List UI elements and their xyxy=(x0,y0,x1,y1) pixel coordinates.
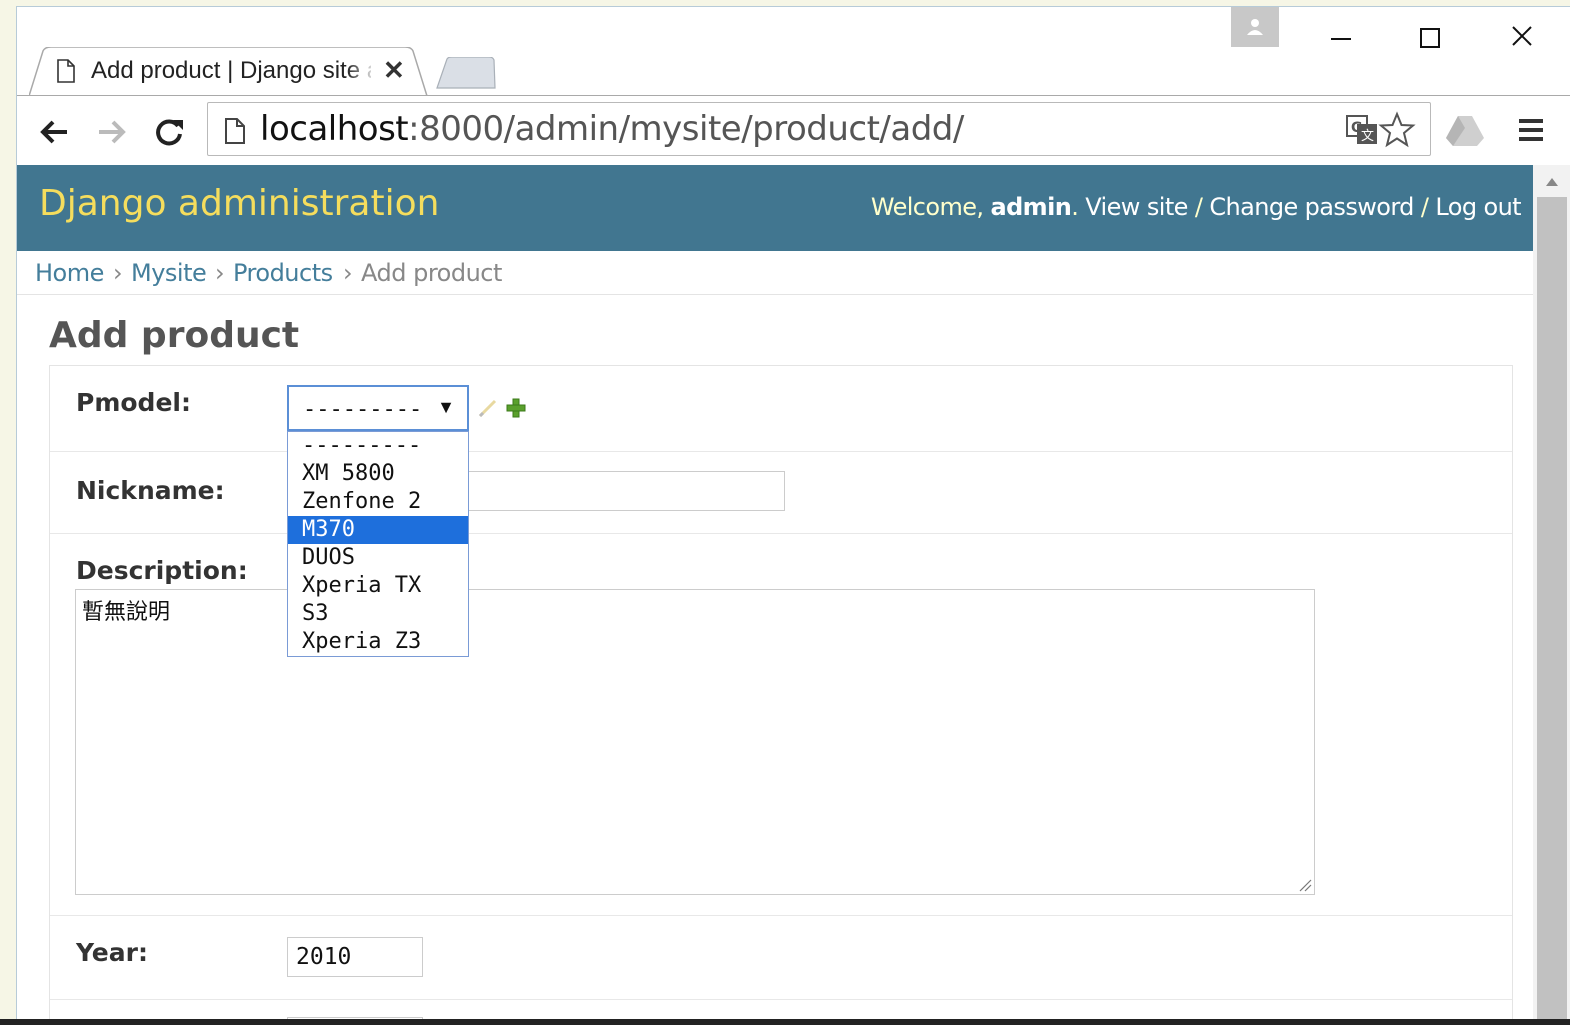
option-m370[interactable]: M370 xyxy=(288,516,468,544)
tab-title[interactable]: Add product | Django site admin xyxy=(91,57,371,85)
user-tools: Welcome, admin. View site / Change passw… xyxy=(870,193,1522,221)
option-xm-5800[interactable]: XM 5800 xyxy=(288,460,468,488)
person-icon xyxy=(1247,19,1263,35)
resize-grip-icon[interactable] xyxy=(1296,876,1312,892)
breadcrumb-current: Add product xyxy=(361,259,502,287)
close-icon[interactable]: ✕ xyxy=(383,55,405,86)
breadcrumb-sep: › xyxy=(113,259,123,287)
new-tab-button[interactable] xyxy=(435,57,497,89)
breadcrumb-sep: › xyxy=(215,259,225,287)
browser-toolbar: localhost:8000/admin/mysite/product/add/… xyxy=(17,95,1570,165)
url-text[interactable]: localhost:8000/admin/mysite/product/add/ xyxy=(260,109,964,149)
username: admin xyxy=(990,193,1072,221)
vertical-scrollbar[interactable] xyxy=(1533,165,1570,1019)
browser-window: Add product | Django site admin ✕ xyxy=(16,6,1570,1019)
breadcrumb-mysite[interactable]: Mysite xyxy=(131,259,207,287)
tab-title-fade xyxy=(347,55,377,89)
view-site-link[interactable]: View site xyxy=(1085,193,1188,221)
option-zenfone-2[interactable]: Zenfone 2 xyxy=(288,488,468,516)
translate-icon[interactable]: G 文 xyxy=(1346,115,1378,145)
screen-bottom-edge xyxy=(0,1019,1570,1025)
period: . xyxy=(1071,193,1079,221)
site-title[interactable]: Django administration xyxy=(39,183,439,224)
option-s3[interactable]: S3 xyxy=(288,600,468,628)
minimize-icon[interactable] xyxy=(1317,17,1363,57)
desktop-background xyxy=(0,0,16,1025)
pencil-icon[interactable] xyxy=(477,397,499,419)
back-arrow-icon[interactable] xyxy=(37,114,73,150)
url-path: :8000/admin/mysite/product/add/ xyxy=(408,109,964,149)
option-empty[interactable]: --------- xyxy=(288,432,468,460)
browser-titlebar: Add product | Django site admin ✕ xyxy=(17,7,1570,97)
form-row-pmodel: Pmodel: xyxy=(50,366,1512,452)
profile-button[interactable] xyxy=(1231,7,1279,47)
pmodel-label: Pmodel: xyxy=(76,388,191,417)
forward-arrow-icon[interactable] xyxy=(93,114,129,150)
welcome-text: Welcome, xyxy=(870,193,984,221)
breadcrumb-home[interactable]: Home xyxy=(35,259,104,287)
hamburger-menu-icon[interactable] xyxy=(1517,116,1545,144)
reload-icon[interactable] xyxy=(151,114,187,150)
scroll-up-arrow-icon[interactable] xyxy=(1545,177,1559,187)
maximize-icon[interactable] xyxy=(1407,17,1453,57)
url-host: localhost xyxy=(260,109,409,149)
change-password-link[interactable]: Change password xyxy=(1209,193,1414,221)
breadcrumb-sep: › xyxy=(343,259,353,287)
svg-text:文: 文 xyxy=(1361,129,1374,144)
form-row-year: Year: xyxy=(50,916,1512,1000)
year-value: 2010 xyxy=(296,944,352,970)
star-icon[interactable] xyxy=(1378,111,1416,149)
log-out-link[interactable]: Log out xyxy=(1435,193,1521,221)
page-icon xyxy=(57,59,75,83)
pmodel-dropdown-list: --------- XM 5800 Zenfone 2 M370 DUOS Xp… xyxy=(287,431,469,657)
window-close-icon[interactable] xyxy=(1499,17,1545,57)
breadcrumb: Home › Mysite › Products › Add product xyxy=(17,251,1533,295)
page-info-icon[interactable] xyxy=(224,117,246,145)
address-bar[interactable]: localhost:8000/admin/mysite/product/add/… xyxy=(207,102,1431,156)
description-label: Description: xyxy=(76,556,248,585)
plus-icon[interactable] xyxy=(505,397,527,419)
page-title: Add product xyxy=(49,315,300,356)
option-xperia-tx[interactable]: Xperia TX xyxy=(288,572,468,600)
page-content: Django administration Welcome, admin. Vi… xyxy=(17,165,1533,1019)
drive-icon[interactable] xyxy=(1445,114,1485,148)
pmodel-select[interactable]: --------- ▼ xyxy=(287,385,469,431)
option-duos[interactable]: DUOS xyxy=(288,544,468,572)
description-textarea[interactable]: 暫無說明 xyxy=(75,589,1315,895)
scrollbar-thumb[interactable] xyxy=(1537,197,1567,1019)
description-text: 暫無說明 xyxy=(82,600,171,625)
breadcrumb-products[interactable]: Products xyxy=(233,259,333,287)
option-xperia-z3[interactable]: Xperia Z3 xyxy=(288,628,468,656)
nickname-label: Nickname: xyxy=(76,476,225,505)
year-input[interactable]: 2010 xyxy=(287,937,423,977)
user-tools-sep: / xyxy=(1420,193,1429,221)
year-label: Year: xyxy=(76,938,148,967)
site-header: Django administration Welcome, admin. Vi… xyxy=(17,165,1533,251)
user-tools-sep: / xyxy=(1194,193,1203,221)
chevron-down-icon: ▼ xyxy=(437,397,455,417)
pmodel-selected-value: --------- xyxy=(303,397,423,422)
